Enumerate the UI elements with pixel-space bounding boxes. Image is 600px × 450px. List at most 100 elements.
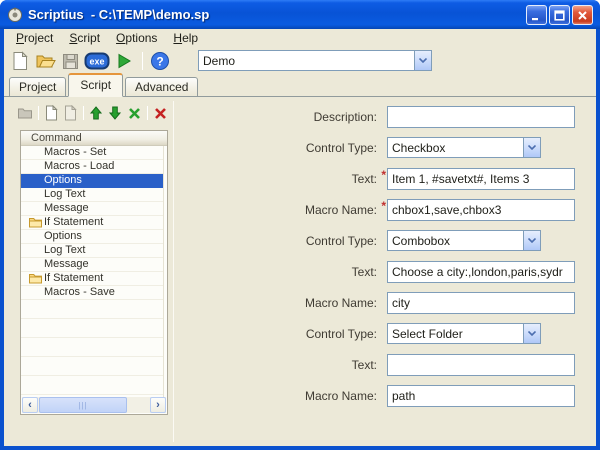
menu-project[interactable]: Project	[8, 29, 61, 47]
list-item[interactable]: Message	[21, 202, 163, 216]
delete-all-icon	[154, 107, 167, 120]
text-label: Text:*	[240, 168, 377, 190]
run-script-button[interactable]	[112, 49, 136, 73]
build-exe-button[interactable]: exe	[83, 49, 111, 73]
svg-text:exe: exe	[89, 57, 104, 67]
folder-button[interactable]	[16, 104, 34, 122]
text-input-1[interactable]	[387, 168, 575, 190]
title-bar[interactable]: Scriptius - C:\TEMP\demo.sp	[0, 0, 600, 29]
script-selector[interactable]: Demo	[198, 50, 432, 71]
menu-options[interactable]: Options	[108, 29, 165, 47]
form-row-control-type-2: Control Type: Combobox	[240, 230, 575, 252]
close-icon	[577, 10, 588, 21]
panel-splitter[interactable]	[173, 101, 174, 442]
remove-command-button[interactable]	[125, 104, 143, 122]
description-input[interactable]	[387, 106, 575, 128]
description-label: Description:	[240, 106, 377, 128]
close-button[interactable]	[572, 5, 593, 25]
control-type-label: Control Type:	[240, 323, 377, 345]
maximize-icon	[554, 10, 565, 21]
list-item[interactable]: Options	[21, 230, 163, 244]
macro-name-input-2[interactable]	[387, 292, 575, 314]
chevron-down-icon[interactable]	[414, 51, 431, 70]
app-icon	[7, 7, 23, 23]
list-item[interactable]: If Statement	[21, 272, 163, 286]
control-type-select-3[interactable]: Select Folder	[387, 323, 541, 344]
scroll-left-arrow[interactable]: ‹	[22, 397, 38, 413]
list-item[interactable]: Log Text	[21, 244, 163, 258]
app-window: Scriptius - C:\TEMP\demo.sp Project Scri…	[0, 0, 600, 450]
scrollbar-thumb[interactable]: |||	[39, 397, 127, 413]
empty-row	[21, 376, 163, 395]
macro-name-input-1[interactable]	[387, 199, 575, 221]
delete-all-button[interactable]	[151, 104, 169, 122]
new-command-icon	[44, 105, 58, 121]
menu-help[interactable]: Help	[165, 29, 206, 47]
list-item[interactable]: Log Text	[21, 188, 163, 202]
folder-icon	[29, 273, 42, 284]
list-item[interactable]: Macros - Save	[21, 286, 163, 300]
form-row-macro-name-2: Macro Name:	[240, 292, 575, 314]
command-list: Command Macros - Set Macros - Load Optio…	[20, 130, 168, 415]
svg-text:?: ?	[156, 55, 163, 69]
open-file-icon	[35, 51, 56, 71]
save-file-button[interactable]	[58, 49, 82, 73]
command-column-header[interactable]: Command	[21, 131, 167, 146]
help-button[interactable]: ?	[148, 49, 172, 73]
move-up-button[interactable]	[87, 104, 105, 122]
text-label: Text:	[240, 354, 377, 376]
toolbar-separator	[38, 106, 39, 120]
command-properties-form: Description: Control Type: Checkbox Text…	[240, 106, 575, 416]
copy-command-button[interactable]	[61, 104, 79, 122]
list-item-selected[interactable]: Options	[21, 174, 163, 188]
list-item[interactable]: If Statement	[21, 216, 163, 230]
form-row-text-2: Text:	[240, 261, 575, 283]
text-label: Text:	[240, 261, 377, 283]
tab-strip: Project Script Advanced	[4, 75, 596, 97]
tab-project[interactable]: Project	[9, 77, 66, 97]
remove-command-icon	[128, 107, 141, 120]
script-tab-page: Command Macros - Set Macros - Load Optio…	[4, 97, 596, 446]
control-type-select-2[interactable]: Combobox	[387, 230, 541, 251]
list-item[interactable]: Macros - Load	[21, 160, 163, 174]
column-divider	[163, 146, 164, 397]
scroll-right-arrow[interactable]: ›	[150, 397, 166, 413]
move-down-icon	[108, 106, 122, 120]
required-mark: *	[381, 164, 386, 186]
chevron-down-icon[interactable]	[523, 231, 540, 250]
open-file-button[interactable]	[33, 49, 57, 73]
macro-name-input-3[interactable]	[387, 385, 575, 407]
menu-script[interactable]: Script	[61, 29, 108, 47]
macro-name-label: Macro Name:	[240, 292, 377, 314]
minimize-button[interactable]	[526, 5, 547, 25]
copy-command-icon	[63, 105, 77, 121]
chevron-down-icon[interactable]	[523, 138, 540, 157]
text-input-2[interactable]	[387, 261, 575, 283]
tab-script[interactable]: Script	[68, 73, 123, 97]
form-row-control-type-1: Control Type: Checkbox	[240, 137, 575, 159]
empty-row	[21, 338, 163, 357]
form-row-description: Description:	[240, 106, 575, 128]
folder-icon	[17, 106, 33, 120]
toolbar-separator	[147, 106, 148, 120]
form-row-control-type-3: Control Type: Select Folder	[240, 323, 575, 345]
control-type-label: Control Type:	[240, 137, 377, 159]
move-down-button[interactable]	[106, 104, 124, 122]
control-type-label: Control Type:	[240, 230, 377, 252]
text-input-3[interactable]	[387, 354, 575, 376]
empty-row	[21, 357, 163, 376]
window-title: Scriptius - C:\TEMP\demo.sp	[28, 7, 209, 22]
new-file-icon	[10, 51, 30, 71]
list-item[interactable]: Macros - Set	[21, 146, 163, 160]
list-item[interactable]: Message	[21, 258, 163, 272]
control-type-select-1[interactable]: Checkbox	[387, 137, 541, 158]
horizontal-scrollbar[interactable]: ‹ ||| ›	[22, 397, 166, 413]
form-row-macro-name-3: Macro Name:	[240, 385, 575, 407]
macro-name-label: Macro Name:*	[240, 199, 377, 221]
build-exe-icon: exe	[84, 51, 110, 71]
tab-advanced[interactable]: Advanced	[125, 77, 198, 97]
new-command-button[interactable]	[42, 104, 60, 122]
chevron-down-icon[interactable]	[523, 324, 540, 343]
new-file-button[interactable]	[8, 49, 32, 73]
maximize-button[interactable]	[549, 5, 570, 25]
